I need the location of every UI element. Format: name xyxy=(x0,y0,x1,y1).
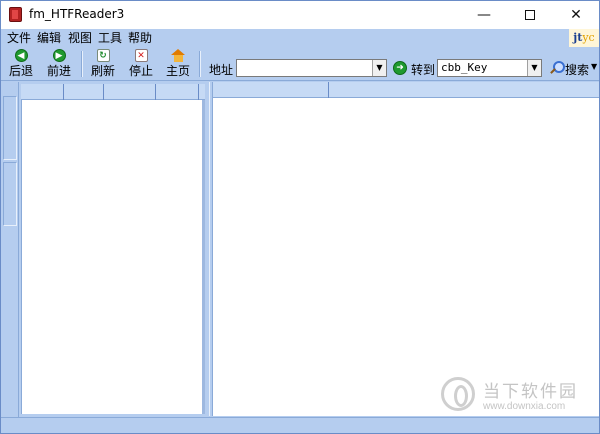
column-header[interactable] xyxy=(104,84,156,100)
app-book-icon xyxy=(9,7,22,22)
toolbar-separator xyxy=(81,51,83,77)
column-header[interactable] xyxy=(21,84,64,100)
search-icon[interactable] xyxy=(549,61,565,75)
column-header[interactable] xyxy=(213,82,329,98)
window-title: fm_HTFReader3 xyxy=(29,7,125,21)
watermark: 当下软件园 www.downxia.com xyxy=(437,375,597,419)
column-header[interactable] xyxy=(64,84,104,100)
refresh-label: 刷新 xyxy=(90,64,115,78)
column-header[interactable] xyxy=(156,84,199,100)
menu-edit[interactable]: 编辑 xyxy=(37,30,61,46)
minimize-icon: — xyxy=(477,7,491,23)
title-bar[interactable]: fm_HTFReader3 — ✕ xyxy=(1,1,599,29)
stop-button[interactable]: ✕ 停止 xyxy=(127,49,155,79)
left-panel xyxy=(19,82,209,416)
brand-logo: jtyc xyxy=(569,29,599,47)
maximize-icon xyxy=(525,10,535,20)
back-arrow-icon: ◀ xyxy=(14,49,28,62)
go-button[interactable]: 转到 xyxy=(411,61,435,78)
menu-help[interactable]: 帮助 xyxy=(128,30,152,46)
watermark-name: 当下软件园 xyxy=(483,382,578,402)
menu-view[interactable]: 视图 xyxy=(68,30,92,46)
stop-icon: ✕ xyxy=(134,49,148,62)
home-icon xyxy=(171,49,185,62)
left-tab-strip xyxy=(1,82,19,417)
toolbar-separator xyxy=(199,51,201,77)
refresh-button[interactable]: ↻ 刷新 xyxy=(89,49,117,79)
key-combo[interactable]: cbb_Key ▼ xyxy=(437,59,542,77)
address-combo[interactable]: ▼ xyxy=(236,59,387,77)
close-button[interactable]: ✕ xyxy=(553,1,599,29)
watermark-logo-icon xyxy=(441,377,475,411)
left-tab[interactable] xyxy=(3,162,17,226)
minimize-button[interactable]: — xyxy=(461,1,507,29)
left-list[interactable] xyxy=(21,100,205,414)
go-icon[interactable]: ➜ xyxy=(393,61,407,75)
menu-file[interactable]: 文件 xyxy=(7,30,31,46)
left-tab[interactable] xyxy=(3,96,17,160)
app-window: fm_HTFReader3 — ✕ 文件 编辑 视图 工具 帮助 jtyc ◀ … xyxy=(0,0,600,434)
maximize-button[interactable] xyxy=(507,1,553,29)
back-button[interactable]: ◀ 后退 xyxy=(7,49,35,79)
chevron-down-icon[interactable]: ▼ xyxy=(527,60,541,76)
search-button[interactable]: 搜索 xyxy=(565,61,589,78)
watermark-url: www.downxia.com xyxy=(483,401,566,412)
status-bar xyxy=(1,417,599,433)
forward-arrow-icon: ▶ xyxy=(52,49,66,62)
home-button[interactable]: 主页 xyxy=(164,49,192,79)
forward-label: 前进 xyxy=(46,64,71,78)
right-panel[interactable] xyxy=(213,82,599,416)
key-combo-value: cbb_Key xyxy=(441,61,488,74)
address-label: 地址 xyxy=(209,63,234,77)
close-icon: ✕ xyxy=(570,7,582,23)
refresh-icon: ↻ xyxy=(96,49,110,62)
chevron-down-icon[interactable]: ▼ xyxy=(372,60,386,76)
menu-tools[interactable]: 工具 xyxy=(98,30,122,46)
search-dropdown-icon[interactable]: ▼ xyxy=(591,62,597,71)
home-label: 主页 xyxy=(165,64,190,78)
left-list-header xyxy=(21,84,205,100)
right-list-header xyxy=(213,82,599,98)
menu-bar: 文件 编辑 视图 工具 帮助 jtyc xyxy=(1,29,599,47)
stop-label: 停止 xyxy=(128,64,153,78)
back-label: 后退 xyxy=(8,64,33,78)
forward-button[interactable]: ▶ 前进 xyxy=(45,49,73,79)
